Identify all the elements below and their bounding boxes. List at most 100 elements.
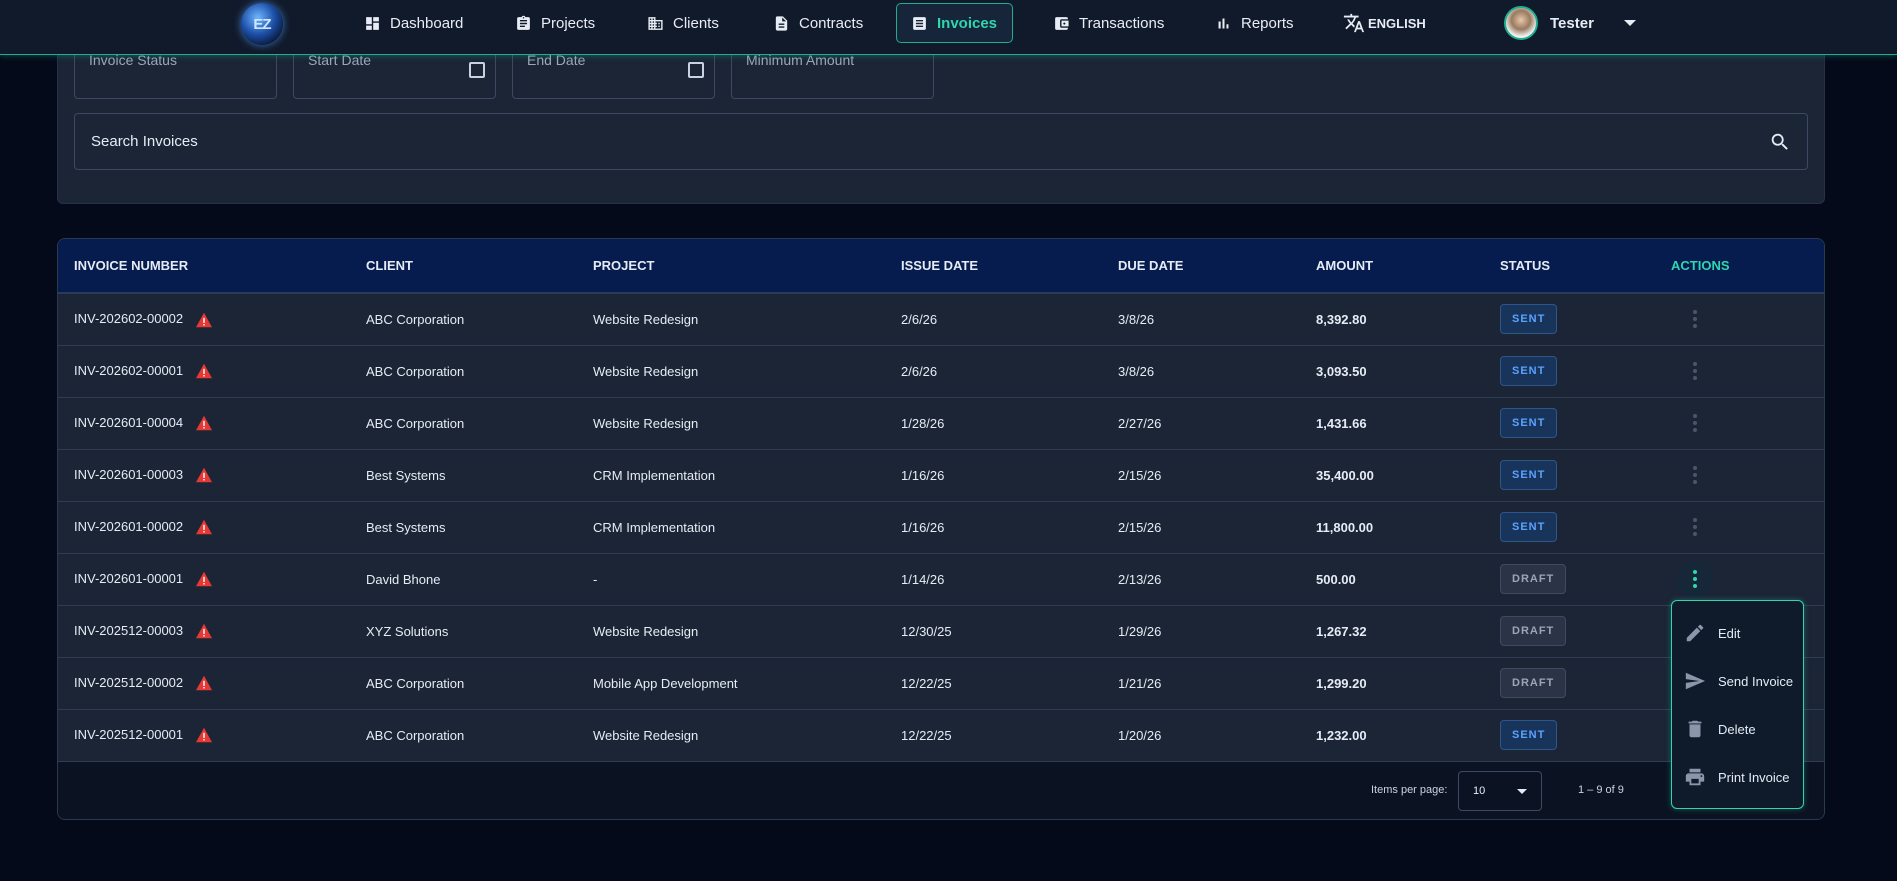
invoice-number[interactable]: INV-202601-00001 <box>74 571 183 586</box>
nav-invoices[interactable]: Invoices <box>896 3 1013 43</box>
table-row[interactable]: INV-202601-00004 ABC Corporation Website… <box>58 397 1824 449</box>
cell-issue-date: 1/16/26 <box>901 467 945 483</box>
menu-delete[interactable]: Delete <box>1672 705 1803 753</box>
menu-print-invoice[interactable]: Print Invoice <box>1672 753 1803 801</box>
cell-issue-date: 2/6/26 <box>901 311 938 327</box>
cell-invoice-number: INV-202601-00002 <box>58 501 350 553</box>
cell-client: David Bhone <box>366 571 441 587</box>
nav-contracts[interactable]: Contracts <box>759 3 877 43</box>
cell-due-date: 2/15/26 <box>1118 519 1162 535</box>
cell-invoice-number: INV-202601-00003 <box>58 449 350 501</box>
col-due-date[interactable]: DUE DATE <box>1102 239 1300 294</box>
nav-clients[interactable]: Clients <box>633 3 733 43</box>
more-actions-icon[interactable] <box>1677 457 1713 493</box>
nav-reports[interactable]: Reports <box>1201 3 1308 43</box>
invoice-number[interactable]: INV-202512-00002 <box>74 675 183 690</box>
more-actions-icon[interactable] <box>1677 509 1713 545</box>
cell-amount: 1,431.66 <box>1316 415 1367 431</box>
col-client[interactable]: CLIENT <box>350 239 577 294</box>
warning-icon <box>195 519 213 535</box>
col-issue-date[interactable]: ISSUE DATE <box>885 239 1102 294</box>
language-selector[interactable]: ENGLISH <box>1329 3 1440 43</box>
app-logo[interactable]: EZ <box>241 3 283 45</box>
warning-icon <box>195 571 213 587</box>
cell-invoice-number: INV-202602-00001 <box>58 345 350 397</box>
table-row[interactable]: INV-202512-00002 ABC Corporation Mobile … <box>58 657 1824 709</box>
table-row[interactable]: INV-202602-00002 ABC Corporation Website… <box>58 293 1824 345</box>
items-per-page-select[interactable]: 10 <box>1458 771 1542 811</box>
invoice-number[interactable]: INV-202512-00003 <box>74 623 183 638</box>
cell-project: CRM Implementation <box>593 519 716 535</box>
printer-icon <box>1685 768 1705 786</box>
menu-edit-label: Edit <box>1718 625 1741 641</box>
warning-icon <box>195 623 213 639</box>
menu-edit[interactable]: Edit <box>1672 609 1803 657</box>
cell-due-date: 2/27/26 <box>1118 415 1162 431</box>
nav-projects[interactable]: Projects <box>501 3 609 43</box>
cell-project: Mobile App Development <box>593 675 738 691</box>
warning-icon <box>195 415 213 431</box>
building-icon <box>648 16 663 30</box>
table-row[interactable]: INV-202602-00001 ABC Corporation Website… <box>58 345 1824 397</box>
document-icon <box>775 15 788 31</box>
cell-actions <box>1655 449 1824 501</box>
invoice-number[interactable]: INV-202601-00004 <box>74 415 183 430</box>
cell-client: ABC Corporation <box>366 675 465 691</box>
nav-transactions[interactable]: Transactions <box>1039 3 1178 43</box>
cell-invoice-number: INV-202601-00004 <box>58 397 350 449</box>
items-per-page-value: 10 <box>1473 785 1486 797</box>
nav-invoices-label: Invoices <box>937 14 998 32</box>
user-menu[interactable]: Tester <box>1490 3 1650 43</box>
nav-transactions-label: Transactions <box>1079 14 1165 32</box>
cell-actions <box>1655 553 1824 605</box>
user-name: Tester <box>1550 14 1594 32</box>
chevron-down-icon <box>1623 20 1636 26</box>
more-actions-icon[interactable] <box>1677 353 1713 389</box>
nav-contracts-label: Contracts <box>799 14 864 32</box>
warning-icon <box>195 727 213 743</box>
cell-project: Website Redesign <box>593 311 699 327</box>
dashboard-icon <box>366 16 379 30</box>
table-row[interactable]: INV-202601-00001 David Bhone - 1/14/26 2… <box>58 553 1824 605</box>
col-invoice-number[interactable]: INVOICE NUMBER <box>58 239 350 294</box>
table-row[interactable]: INV-202601-00002 Best Systems CRM Implem… <box>58 501 1824 553</box>
col-status[interactable]: STATUS <box>1484 239 1655 294</box>
col-amount[interactable]: AMOUNT <box>1300 239 1484 294</box>
table-row[interactable]: INV-202601-00003 Best Systems CRM Implem… <box>58 449 1824 501</box>
top-nav: EZ Dashboard Projects Clients Contracts … <box>0 0 1897 55</box>
search-input[interactable] <box>91 133 1769 150</box>
nav-dashboard[interactable]: Dashboard <box>350 3 477 43</box>
cell-actions <box>1655 293 1824 345</box>
more-actions-icon[interactable] <box>1677 405 1713 441</box>
more-actions-icon[interactable] <box>1677 301 1713 337</box>
cell-project: Website Redesign <box>593 415 699 431</box>
search-icon[interactable] <box>1769 131 1791 153</box>
status-badge: SENT <box>1500 356 1558 386</box>
calendar-icon[interactable] <box>469 62 485 78</box>
cell-actions <box>1655 501 1824 553</box>
invoice-number[interactable]: INV-202602-00002 <box>74 311 183 326</box>
table-row[interactable]: INV-202512-00003 XYZ Solutions Website R… <box>58 605 1824 657</box>
invoice-number[interactable]: INV-202602-00001 <box>74 363 183 378</box>
cell-client: ABC Corporation <box>366 363 465 379</box>
cell-actions <box>1655 345 1824 397</box>
cell-actions <box>1655 397 1824 449</box>
menu-send-invoice[interactable]: Send Invoice <box>1672 657 1803 705</box>
invoice-icon <box>913 16 926 30</box>
page-range-label: 1 – 9 of 9 <box>1578 784 1624 796</box>
translate-icon <box>1343 13 1365 33</box>
more-actions-icon[interactable] <box>1677 561 1713 597</box>
invoice-number[interactable]: INV-202601-00002 <box>74 519 183 534</box>
cell-project: CRM Implementation <box>593 467 716 483</box>
cell-client: XYZ Solutions <box>366 623 449 639</box>
col-project[interactable]: PROJECT <box>577 239 885 294</box>
clipboard-icon <box>517 15 530 30</box>
invoice-number[interactable]: INV-202512-00001 <box>74 727 183 742</box>
nav-projects-label: Projects <box>541 14 596 32</box>
cell-invoice-number: INV-202601-00001 <box>58 553 350 605</box>
cell-issue-date: 1/16/26 <box>901 519 945 535</box>
table-row[interactable]: INV-202512-00001 ABC Corporation Website… <box>58 709 1824 761</box>
calendar-icon[interactable] <box>688 62 704 78</box>
wallet-icon <box>1055 16 1069 30</box>
invoice-number[interactable]: INV-202601-00003 <box>74 467 183 482</box>
